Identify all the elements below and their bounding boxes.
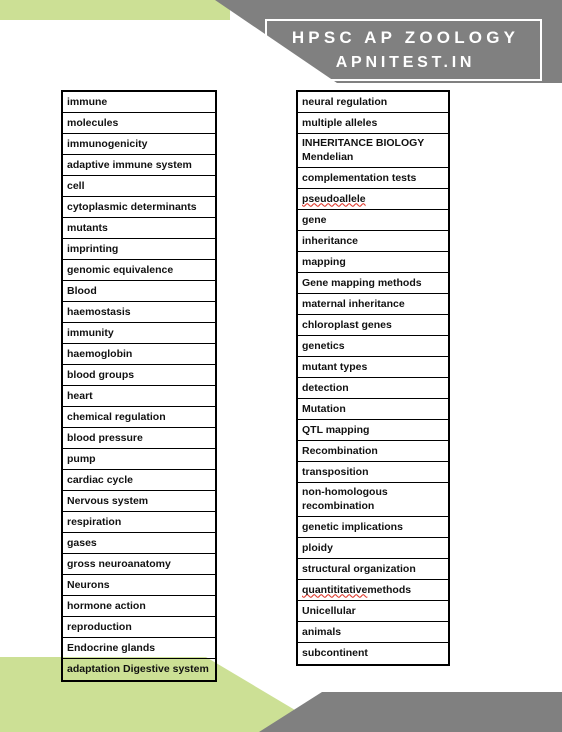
term-cell[interactable]: heart bbox=[63, 386, 215, 407]
term-cell[interactable]: detection bbox=[298, 378, 448, 399]
term-cell[interactable]: structural organization bbox=[298, 559, 448, 580]
slide-page: HPSC AP ZOOLOGY APNITEST.IN immune molecu… bbox=[0, 0, 562, 732]
term-cell[interactable]: gases bbox=[63, 533, 215, 554]
term-cell[interactable]: blood pressure bbox=[63, 428, 215, 449]
term-cell[interactable]: imprinting bbox=[63, 239, 215, 260]
term-cell[interactable]: reproduction bbox=[63, 617, 215, 638]
term-cell[interactable]: animals bbox=[298, 622, 448, 643]
page-title: HPSC AP ZOOLOGY bbox=[291, 28, 520, 47]
term-cell[interactable]: pseudoallele bbox=[298, 189, 448, 210]
term-cell[interactable]: subcontinent bbox=[298, 643, 448, 664]
term-cell[interactable]: Recombination bbox=[298, 441, 448, 462]
term-cell[interactable]: adaptation Digestive system bbox=[63, 659, 215, 680]
term-table-left: immune molecules immunogenicity adaptive im… bbox=[61, 90, 217, 682]
term-cell[interactable]: ploidy bbox=[298, 538, 448, 559]
term-cell[interactable]: mutants bbox=[63, 218, 215, 239]
term-table-right: neural regulation multiple alleles INHERIT… bbox=[296, 90, 450, 666]
term-cell[interactable]: neural regulation bbox=[298, 92, 448, 113]
term-cell[interactable]: genetic implications bbox=[298, 517, 448, 538]
term-cell[interactable]: immunity bbox=[63, 323, 215, 344]
spellcheck-underline: quantititative bbox=[302, 583, 368, 596]
term-cell[interactable]: chloroplast genes bbox=[298, 315, 448, 336]
term-cell[interactable]: immunogenicity bbox=[63, 134, 215, 155]
term-cell[interactable]: cardiac cycle bbox=[63, 470, 215, 491]
term-cell[interactable]: Neurons bbox=[63, 575, 215, 596]
term-cell[interactable]: maternal inheritance bbox=[298, 294, 448, 315]
term-cell[interactable]: genetics bbox=[298, 336, 448, 357]
spellcheck-underline: pseudoallele bbox=[302, 192, 366, 205]
term-cell[interactable]: Nervous system bbox=[63, 491, 215, 512]
term-cell[interactable]: cytoplasmic determinants bbox=[63, 197, 215, 218]
term-cell[interactable]: haemoglobin bbox=[63, 344, 215, 365]
term-cell[interactable]: Endocrine glands bbox=[63, 638, 215, 659]
term-cell[interactable]: blood groups bbox=[63, 365, 215, 386]
term-cell[interactable]: molecules bbox=[63, 113, 215, 134]
term-cell[interactable]: genomic equivalence bbox=[63, 260, 215, 281]
term-cell[interactable]: adaptive immune system bbox=[63, 155, 215, 176]
term-cell[interactable]: haemostasis bbox=[63, 302, 215, 323]
term-cell[interactable]: cell bbox=[63, 176, 215, 197]
term-cell[interactable]: Unicellular bbox=[298, 601, 448, 622]
term-cell[interactable]: QTL mapping bbox=[298, 420, 448, 441]
term-text: methods bbox=[367, 583, 412, 596]
term-columns: immune molecules immunogenicity adaptive im… bbox=[0, 0, 562, 732]
term-cell[interactable]: mutant types bbox=[298, 357, 448, 378]
term-cell[interactable]: complementation tests bbox=[298, 168, 448, 189]
term-cell[interactable]: Blood bbox=[63, 281, 215, 302]
page-subtitle: APNITEST.IN bbox=[335, 54, 476, 71]
title-plate: HPSC AP ZOOLOGY APNITEST.IN bbox=[265, 19, 542, 81]
term-cell[interactable]: inheritance bbox=[298, 231, 448, 252]
term-cell[interactable]: pump bbox=[63, 449, 215, 470]
term-cell[interactable]: transposition bbox=[298, 462, 448, 483]
term-cell[interactable]: mapping bbox=[298, 252, 448, 273]
term-cell[interactable]: chemical regulation bbox=[63, 407, 215, 428]
term-cell[interactable]: Mutation bbox=[298, 399, 448, 420]
term-cell[interactable]: multiple alleles bbox=[298, 113, 448, 134]
term-cell[interactable]: non-homologous recombination bbox=[298, 483, 448, 517]
term-cell[interactable]: Gene mapping methods bbox=[298, 273, 448, 294]
term-cell[interactable]: hormone action bbox=[63, 596, 215, 617]
term-cell[interactable]: gross neuroanatomy bbox=[63, 554, 215, 575]
term-cell[interactable]: respiration bbox=[63, 512, 215, 533]
term-cell[interactable]: quantititative methods bbox=[298, 580, 448, 601]
term-cell[interactable]: gene bbox=[298, 210, 448, 231]
term-cell[interactable]: immune bbox=[63, 92, 215, 113]
term-cell[interactable]: INHERITANCE BIOLOGY Mendelian bbox=[298, 134, 448, 168]
